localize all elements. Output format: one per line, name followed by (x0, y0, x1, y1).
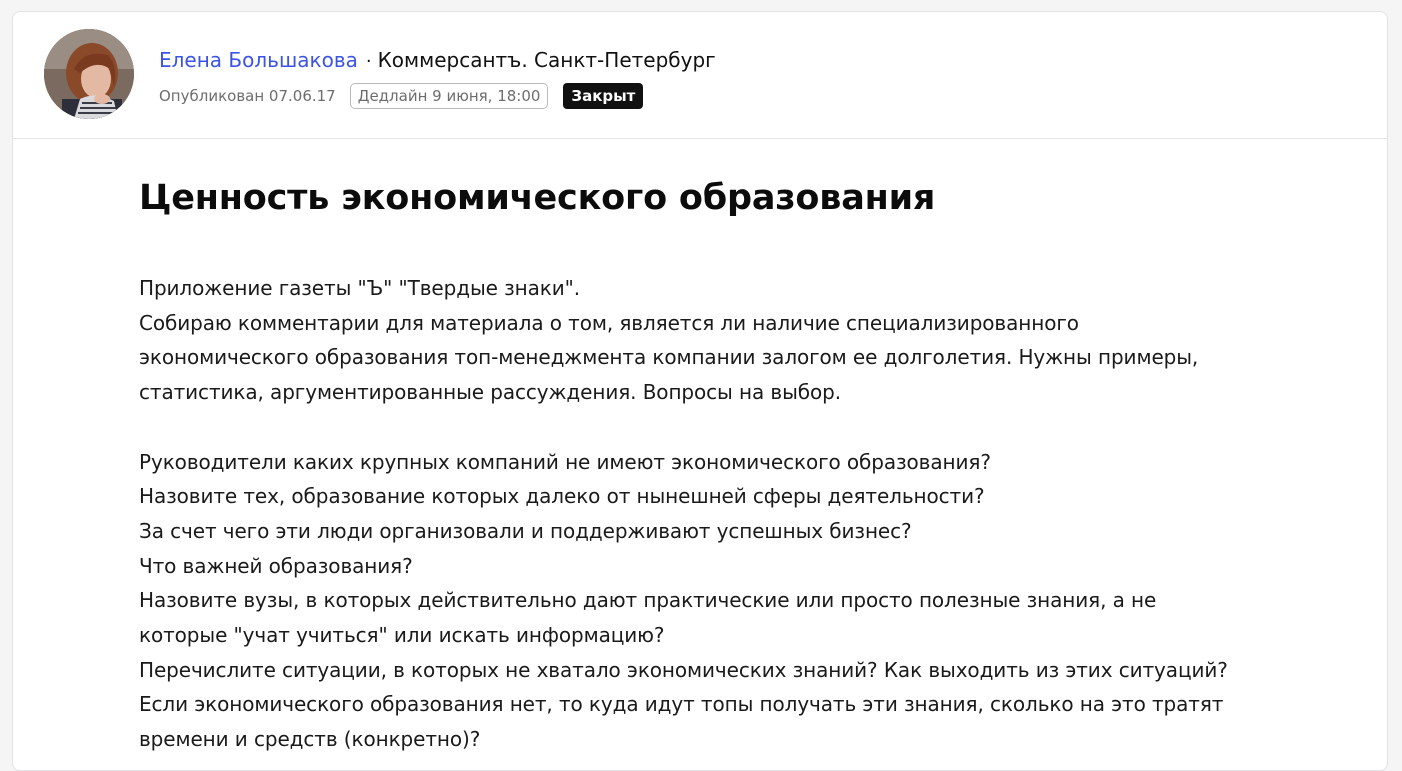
author-line: Елена Большакова · Коммерсантъ. Санкт-Пете… (159, 46, 716, 76)
body-line: Приложение газеты "Ъ" "Твердые знаки". (139, 276, 581, 300)
body-line: Назовите вузы, в которых действительно д… (139, 588, 1157, 613)
organization-name: Коммерсантъ. Санкт-Петербург (377, 48, 716, 72)
body-line: Что важней образования? (139, 553, 413, 578)
request-meta: Опубликован 07.06.17 Дедлайн 9 июня, 18:… (159, 83, 644, 109)
deadline-badge: Дедлайн 9 июня, 18:00 (349, 83, 549, 109)
body-line: Если экономического образования нет, то … (139, 692, 1224, 717)
body-line: экономического образования топ-менеджмен… (139, 345, 1199, 370)
body-line: которые "учат учиться" или искать информ… (139, 623, 665, 648)
published-date: Опубликован 07.06.17 (159, 87, 336, 105)
body-line: времени и средств (конкретно)? (139, 727, 481, 752)
request-body: Приложение газеты "Ъ" "Твердые знаки". С… (139, 271, 1269, 757)
body-line: За счет чего эти люди организовали и под… (139, 518, 912, 543)
request-content: Ценность экономического образования Прил… (139, 172, 1269, 757)
author-avatar[interactable] (44, 29, 134, 119)
body-line: статистика, аргументированные рассуждени… (139, 380, 841, 405)
body-line: Перечислите ситуации, в которых не хвата… (139, 657, 1228, 682)
body-line: Назовите тех, образование которых далеко… (139, 484, 985, 509)
body-line: Собираю комментарии для материала о том,… (139, 310, 1079, 335)
request-card: Елена Большакова · Коммерсантъ. Санкт-Пете… (12, 11, 1388, 771)
status-badge: Закрыт (563, 83, 644, 109)
request-title: Ценность экономического образования (139, 178, 936, 218)
avatar-photo (44, 29, 134, 119)
author-name-link[interactable]: Елена Большакова (159, 48, 358, 72)
body-line: Руководители каких крупных компаний не и… (139, 449, 991, 474)
separator-dot: · (365, 51, 372, 72)
request-header: Елена Большакова · Коммерсантъ. Санкт-Пете… (13, 12, 1387, 139)
